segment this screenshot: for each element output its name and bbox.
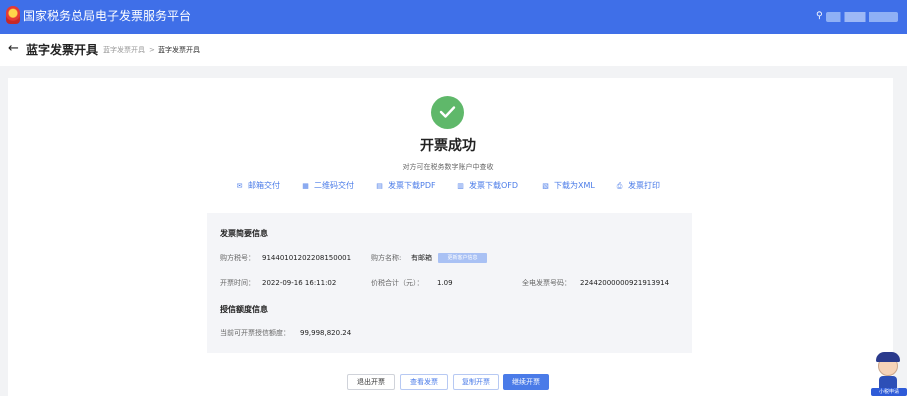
breadcrumb-item-2: 蓝字发票开具 [158, 46, 200, 54]
total-amount-label: 价税合计（元）： [371, 279, 424, 287]
invoice-summary-title: 发票简要信息 [220, 229, 268, 238]
pdf-icon: ▤ [376, 182, 383, 190]
buyer-name-value: 有邮箱 [411, 254, 432, 262]
invoice-number-value: 22442000000921913914 [580, 279, 670, 287]
mascot-body [879, 376, 897, 388]
buyer-tax-id-value: 91440101202208150001 [262, 254, 352, 262]
check-icon [431, 96, 464, 129]
mascot-cap [876, 352, 900, 362]
issue-time-value: 2022-09-16 16:11:02 [262, 279, 337, 287]
qrcode-delivery-label: 二维码交付 [314, 181, 354, 190]
view-invoice-button[interactable]: 查看发票 [400, 374, 448, 390]
page-title: 蓝字发票开具 [26, 43, 99, 57]
user-name-blurred[interactable] [826, 12, 898, 22]
continue-invoicing-button[interactable]: 继续开票 [503, 374, 549, 390]
print-icon: ⎙ [616, 182, 623, 190]
xml-icon: ▧ [542, 182, 549, 190]
user-icon[interactable]: ⚲ [816, 11, 823, 21]
assistant-mascot[interactable]: 小税申请 [869, 350, 907, 396]
invoice-number-label: 全电发票号码： [522, 279, 571, 287]
breadcrumb-item-1[interactable]: 蓝字发票开具 [103, 46, 145, 55]
back-arrow-icon[interactable]: ← [8, 42, 19, 56]
update-customer-button[interactable]: 更新客户信息 [438, 253, 487, 263]
download-ofd-link[interactable]: ▥ 发票下载OFD [456, 181, 518, 191]
assistant-badge[interactable]: 小税申请 [871, 388, 907, 396]
print-invoice-link[interactable]: ⎙ 发票打印 [615, 181, 660, 191]
print-invoice-label: 发票打印 [628, 181, 660, 190]
buyer-name-label: 购方名称: [371, 254, 402, 262]
ofd-icon: ▥ [457, 182, 464, 190]
qrcode-delivery-link[interactable]: ▦ 二维码交付 [301, 181, 354, 191]
exit-invoicing-button[interactable]: 退出开票 [347, 374, 395, 390]
page-header: ← 蓝字发票开具 蓝字发票开具 > 蓝字发票开具 [0, 34, 907, 66]
copy-invoicing-button[interactable]: 复制开票 [453, 374, 499, 390]
credit-available-value: 99,998,820.24 [300, 329, 352, 337]
credit-info-title: 授信额度信息 [220, 305, 268, 314]
download-xml-link[interactable]: ▧ 下载为XML [541, 181, 595, 191]
breadcrumb-separator: > [149, 46, 155, 54]
mail-icon: ✉ [236, 182, 243, 190]
buyer-tax-id-label: 购方税号： [220, 254, 255, 262]
download-pdf-link[interactable]: ▤ 发票下载PDF [375, 181, 436, 191]
tax-emblem-icon [6, 6, 20, 24]
download-pdf-label: 发票下载PDF [388, 181, 436, 190]
success-subtitle: 对方可在税务数字账户中查收 [402, 163, 494, 171]
success-title: 开票成功 [420, 138, 476, 154]
credit-available-label: 当前可开票授信额度： [220, 329, 290, 337]
download-xml-label: 下载为XML [554, 181, 595, 190]
email-delivery-link[interactable]: ✉ 邮箱交付 [235, 181, 280, 191]
issue-time-label: 开票时间： [220, 279, 255, 287]
download-ofd-label: 发票下载OFD [469, 181, 519, 190]
total-amount-value: 1.09 [437, 279, 453, 287]
email-delivery-label: 邮箱交付 [248, 181, 280, 190]
platform-title: 国家税务总局电子发票服务平台 [23, 9, 192, 23]
qrcode-icon: ▦ [302, 182, 309, 190]
top-bar: 国家税务总局电子发票服务平台 ⚲ [0, 0, 907, 34]
